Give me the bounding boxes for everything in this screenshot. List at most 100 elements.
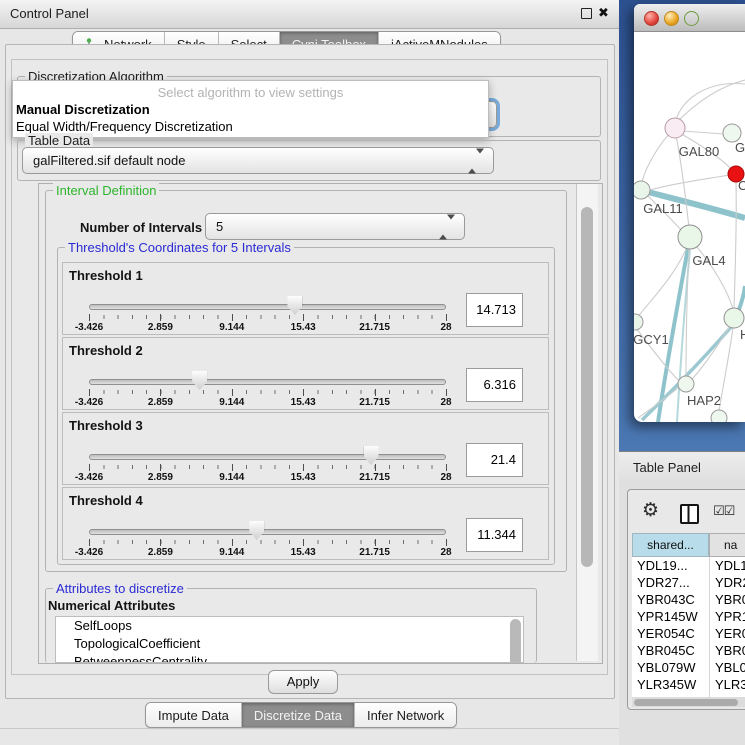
scrollbar-thumb[interactable] bbox=[581, 207, 593, 567]
major-tick bbox=[446, 314, 447, 321]
major-tick bbox=[89, 389, 90, 396]
table-panel-card: ⚙ ☑☑ shared... na YDL19...YDL1 YDR27...Y… bbox=[627, 489, 745, 710]
slider-track[interactable] bbox=[89, 454, 446, 460]
combo-arrows-icon bbox=[468, 153, 484, 168]
list-item[interactable]: TopologicalCoefficient bbox=[56, 635, 523, 653]
network-node-hap2[interactable] bbox=[678, 376, 694, 392]
checkbox-icons[interactable]: ☑☑ bbox=[713, 503, 734, 519]
slider-thumb[interactable] bbox=[192, 371, 207, 390]
threshold-slider[interactable]: -3.426 2.859 9.144 15.43 21.715 28 bbox=[89, 263, 446, 334]
table-row[interactable]: YLR345W YLR3 bbox=[632, 676, 745, 693]
network-view-window[interactable]: GAL80 GA C GAL11 GAL4 GCY1 H HAP2 bbox=[634, 4, 745, 422]
slider-thumb[interactable] bbox=[364, 446, 379, 465]
network-node-gcy1[interactable] bbox=[634, 314, 643, 330]
apply-button[interactable]: Apply bbox=[268, 670, 338, 694]
threshold-slider[interactable]: -3.426 2.859 9.144 15.43 21.715 28 bbox=[89, 488, 446, 559]
column-header-shared-name[interactable]: shared... bbox=[632, 533, 709, 557]
threshold-slider[interactable]: -3.426 2.859 9.144 15.43 21.715 28 bbox=[89, 338, 446, 409]
cell: YLR3 bbox=[715, 677, 745, 692]
cell: YER0 bbox=[715, 626, 745, 641]
network-node-gal4[interactable] bbox=[678, 225, 702, 249]
tick-label: 21.715 bbox=[359, 322, 390, 333]
horizontal-scrollbar[interactable] bbox=[632, 697, 745, 707]
cell: YBR045C bbox=[637, 643, 695, 658]
node-label-gal11: GAL11 bbox=[643, 201, 683, 216]
node-table-body[interactable]: YDL19...YDL1 YDR27...YDR2 YBR043CYBR0 YP… bbox=[632, 557, 745, 697]
combo-arrows-icon bbox=[439, 219, 455, 234]
minimize-traffic-light-icon[interactable] bbox=[664, 11, 679, 26]
tab-discretize-data[interactable]: Discretize Data bbox=[242, 703, 355, 727]
tick-label: 2.859 bbox=[148, 397, 173, 408]
table-data-combobox[interactable]: galFiltered.sif default node bbox=[22, 147, 494, 174]
group-title: Table Data bbox=[25, 133, 93, 148]
tick-label: 2.859 bbox=[148, 547, 173, 558]
slider-thumb[interactable] bbox=[249, 521, 264, 540]
tick-label: -3.426 bbox=[75, 322, 103, 333]
cell: YDL1 bbox=[715, 558, 745, 573]
table-row[interactable]: YDL19...YDL1 bbox=[632, 557, 745, 574]
network-window-titlebar[interactable] bbox=[634, 4, 745, 32]
number-of-intervals-combobox[interactable]: 5 bbox=[205, 213, 465, 240]
close-icon[interactable]: ✖ bbox=[598, 5, 609, 21]
numerical-attributes-list[interactable]: SelfLoops TopologicalCoefficient Between… bbox=[55, 616, 524, 663]
tick-label: -3.426 bbox=[75, 547, 103, 558]
table-row[interactable]: YBL079W YBL0 bbox=[632, 659, 745, 676]
table-row[interactable]: YBR043CYBR0 bbox=[632, 591, 745, 608]
list-scrollbar-thumb[interactable] bbox=[510, 619, 521, 663]
network-node[interactable] bbox=[711, 410, 727, 422]
split-view-icon[interactable] bbox=[680, 504, 699, 524]
cell: YBL0 bbox=[715, 660, 745, 675]
tick-label: 9.144 bbox=[219, 547, 244, 558]
list-item[interactable]: BetweennessCentrality bbox=[56, 653, 523, 663]
control-panel-titlebar: Control Panel ✖ bbox=[0, 0, 619, 29]
gear-icon[interactable]: ⚙ bbox=[642, 499, 659, 522]
node-label-gal4: GAL4 bbox=[692, 253, 725, 268]
cell: YBR0 bbox=[715, 643, 745, 658]
threshold-value-field[interactable]: 6.316 bbox=[466, 368, 523, 402]
node-label-partial: C bbox=[738, 178, 745, 193]
threshold-value-field[interactable]: 14.713 bbox=[466, 293, 523, 327]
network-node-gal11[interactable] bbox=[634, 181, 650, 199]
slider-thumb[interactable] bbox=[287, 296, 302, 315]
threshold-slider[interactable]: -3.426 2.859 9.144 15.43 21.715 28 bbox=[89, 413, 446, 484]
major-tick bbox=[160, 314, 161, 321]
cell: YLR345W bbox=[637, 677, 696, 692]
tick-label: 21.715 bbox=[359, 547, 390, 558]
threshold-3-panel: Threshold 3 -3.426 2.859 9.144 15.43 21.… bbox=[62, 412, 549, 485]
vertical-scrollbar[interactable] bbox=[576, 184, 598, 661]
zoom-traffic-light-icon[interactable] bbox=[684, 11, 699, 26]
popup-option-equal-width-frequency[interactable]: Equal Width/Frequency Discretization bbox=[16, 119, 233, 134]
slider-track[interactable] bbox=[89, 379, 446, 385]
table-row[interactable]: YBR045C YBR0 bbox=[632, 642, 745, 659]
tab-infer-network[interactable]: Infer Network bbox=[355, 703, 456, 727]
tab-label: Impute Data bbox=[158, 708, 229, 723]
cell: YDR2 bbox=[715, 575, 745, 590]
network-canvas[interactable]: GAL80 GA C GAL11 GAL4 GCY1 H HAP2 bbox=[634, 32, 745, 422]
network-node[interactable] bbox=[724, 308, 744, 328]
table-row[interactable]: YER054CYER0 bbox=[632, 625, 745, 642]
major-tick bbox=[232, 464, 233, 471]
table-row[interactable]: YPR145WYPR1 bbox=[632, 608, 745, 625]
slider-track[interactable] bbox=[89, 529, 446, 535]
tick-label: 28 bbox=[440, 397, 451, 408]
float-window-icon[interactable] bbox=[581, 8, 592, 19]
node-label-gcy1: GCY1 bbox=[634, 332, 669, 347]
popup-placeholder: Select algorithm to view settings bbox=[13, 85, 488, 100]
tick-label: 15.43 bbox=[291, 397, 316, 408]
column-header-name[interactable]: na bbox=[709, 533, 745, 557]
tab-impute-data[interactable]: Impute Data bbox=[146, 703, 242, 727]
scrollbar-thumb[interactable] bbox=[634, 699, 738, 706]
threshold-value-field[interactable]: 11.344 bbox=[466, 518, 523, 552]
group-title: Interval Definition bbox=[53, 183, 159, 198]
popup-option-manual-discretization[interactable]: Manual Discretization bbox=[16, 102, 150, 117]
major-tick bbox=[89, 539, 90, 546]
list-item[interactable]: SelfLoops bbox=[56, 617, 523, 635]
major-tick bbox=[303, 314, 304, 321]
network-node-gal80[interactable] bbox=[665, 118, 685, 138]
close-traffic-light-icon[interactable] bbox=[644, 11, 659, 26]
table-row[interactable]: YDR27...YDR2 bbox=[632, 574, 745, 591]
slider-track[interactable] bbox=[89, 304, 446, 310]
threshold-value-field[interactable]: 21.4 bbox=[466, 443, 523, 477]
tick-label: 2.859 bbox=[148, 472, 173, 483]
cell: YBL079W bbox=[637, 660, 696, 675]
